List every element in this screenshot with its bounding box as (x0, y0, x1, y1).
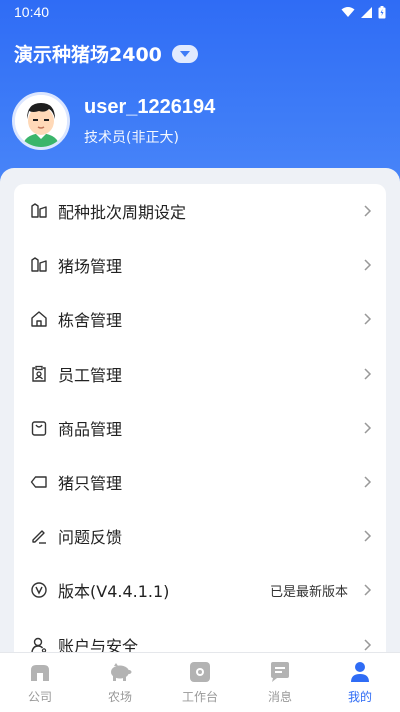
menu-item-pig-management[interactable]: 猪只管理 (14, 455, 386, 509)
menu-label: 商品管理 (58, 419, 123, 439)
tab-label: 消息 (267, 689, 292, 704)
tab-label: 农场 (107, 689, 132, 704)
chevron-right-icon (364, 259, 372, 271)
columns-icon (30, 202, 48, 220)
user-icon (30, 636, 48, 654)
farm-selector[interactable]: 演示种猪场2400 (14, 40, 198, 67)
person-icon (348, 661, 372, 683)
menu-label: 员工管理 (58, 365, 123, 385)
menu-item-staff-management[interactable]: 员工管理 (14, 347, 386, 401)
status-icons (341, 5, 386, 19)
status-time: 10:40 (14, 4, 50, 20)
menu-label: 问题反馈 (58, 528, 123, 548)
status-bar: 10:40 (0, 0, 400, 24)
clipboard-user-icon (30, 365, 48, 383)
workbench-icon (188, 661, 212, 683)
wifi-icon (341, 7, 355, 17)
bottom-tab-bar: 公司 农场 工作台 消息 我的 (0, 652, 400, 712)
message-icon (268, 661, 292, 683)
content-area: 配种批次周期设定 猪场管理 栋舍管理 员工管理 商品管理 猪只管理 问题反馈 版… (0, 168, 400, 664)
chevron-right-icon (364, 584, 372, 596)
menu-item-version[interactable]: 版本(V4.4.1.1) 已是最新版本 (14, 563, 386, 617)
battery-icon (378, 5, 386, 18)
tab-company[interactable]: 公司 (0, 653, 80, 712)
chevron-right-icon (364, 476, 372, 488)
username: user_1226194 (84, 95, 216, 118)
building-icon (28, 661, 52, 683)
user-role: 技术员(非正大) (84, 129, 179, 146)
tag-icon (30, 473, 48, 491)
avatar-illustration (15, 95, 67, 147)
tab-messages[interactable]: 消息 (240, 653, 320, 712)
menu-item-feedback[interactable]: 问题反馈 (14, 509, 386, 563)
tab-label: 工作台 (181, 689, 218, 704)
chevron-right-icon (364, 205, 372, 217)
version-icon (30, 581, 48, 599)
menu-item-breeding-cycle[interactable]: 配种批次周期设定 (14, 184, 386, 238)
chevron-right-icon (364, 422, 372, 434)
tab-mine[interactable]: 我的 (320, 653, 400, 712)
tab-label: 我的 (347, 689, 372, 704)
farm-name: 演示种猪场2400 (14, 44, 162, 66)
chevron-right-icon (364, 313, 372, 325)
house-icon (30, 310, 48, 328)
chevron-right-icon (364, 530, 372, 542)
menu-label: 配种批次周期设定 (58, 203, 187, 223)
menu-label: 版本(V4.4.1.1) (58, 582, 170, 602)
menu-label: 栋舍管理 (58, 311, 123, 331)
tab-workbench[interactable]: 工作台 (160, 653, 240, 712)
tab-farm[interactable]: 农场 (80, 653, 160, 712)
avatar[interactable] (12, 92, 70, 150)
farm-dropdown-toggle[interactable] (171, 44, 198, 63)
tab-label: 公司 (27, 689, 52, 704)
pen-icon (30, 527, 48, 545)
caret-down-icon (179, 50, 190, 57)
user-profile[interactable]: user_1226194 技术员(非正大) (12, 92, 215, 150)
chevron-right-icon (364, 368, 372, 380)
menu-label: 猪场管理 (58, 257, 123, 277)
columns-icon (30, 256, 48, 274)
menu-item-barn-management[interactable]: 栋舍管理 (14, 292, 386, 346)
menu-item-product-management[interactable]: 商品管理 (14, 401, 386, 455)
version-status: 已是最新版本 (269, 584, 348, 600)
pig-icon (108, 661, 132, 683)
chevron-right-icon (364, 639, 372, 651)
menu-item-farm-management[interactable]: 猪场管理 (14, 238, 386, 292)
settings-menu: 配种批次周期设定 猪场管理 栋舍管理 员工管理 商品管理 猪只管理 问题反馈 版… (14, 184, 386, 664)
signal-icon (361, 6, 372, 18)
bag-icon (30, 419, 48, 437)
menu-label: 猪只管理 (58, 474, 123, 494)
